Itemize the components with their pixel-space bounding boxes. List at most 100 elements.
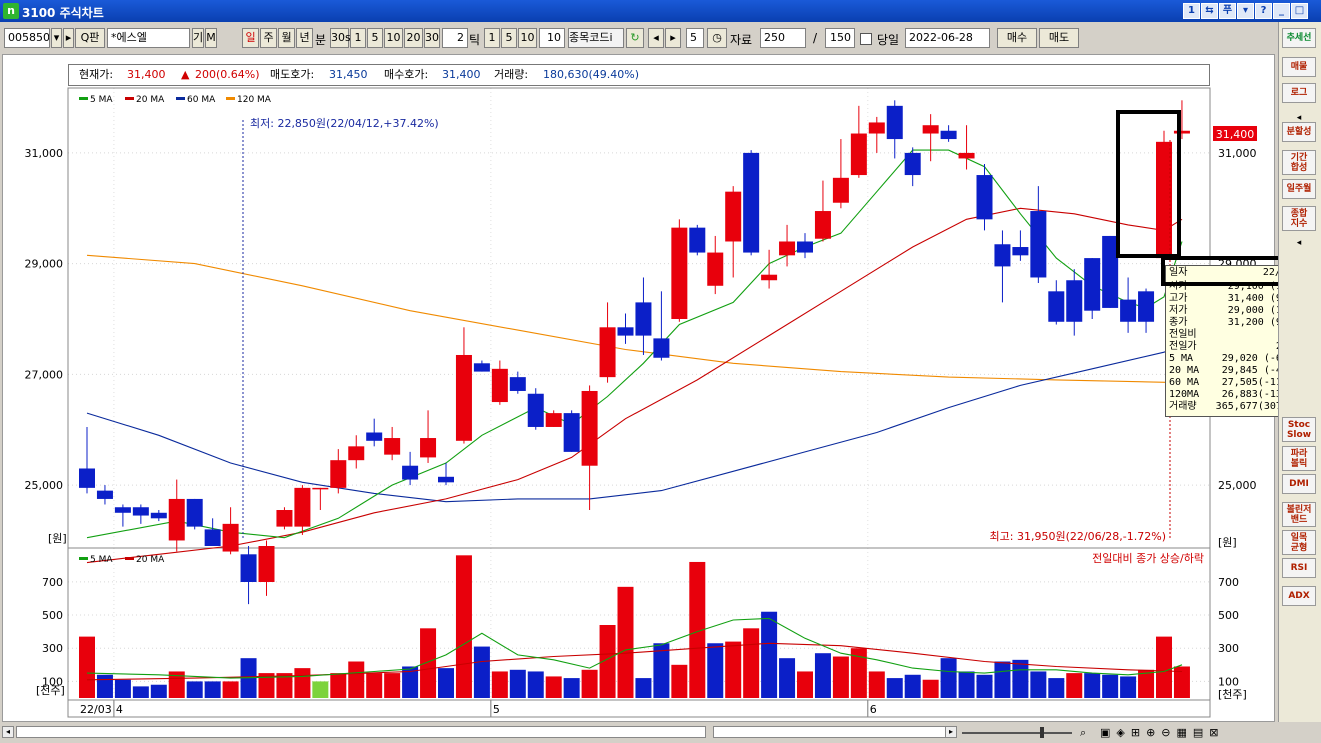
volume-bar: [79, 636, 95, 698]
chart-tools-icons[interactable]: ▣◈⊞⊕⊖▦▤⊠: [1100, 726, 1225, 739]
volume-bar: [545, 676, 562, 698]
candle-body: [258, 546, 275, 582]
candle-body: [707, 252, 724, 286]
tooltip-row-key: 종가: [1169, 317, 1188, 328]
volume-bar: [761, 611, 778, 698]
candle-body: [563, 413, 580, 452]
candle-body: [420, 438, 437, 458]
sidebar-button[interactable]: 볼린저 밴드: [1282, 502, 1316, 527]
volume-bar: [994, 661, 1011, 698]
candle-body: [779, 241, 796, 256]
scroll-left-icon[interactable]: ◂: [2, 726, 14, 738]
candle-body: [473, 363, 490, 372]
volume-tick-right: 700: [1218, 576, 1239, 589]
candle-body: [1084, 258, 1101, 311]
candle-body: [455, 354, 472, 441]
candle-body: [904, 152, 921, 176]
sidebar-button[interactable]: 추세선: [1282, 28, 1316, 48]
sidebar-button[interactable]: 분할성: [1282, 122, 1316, 142]
volume-bar: [1156, 636, 1172, 698]
price-tick-left: 25,000: [25, 479, 64, 492]
tooltip-row-key: 저가: [1169, 305, 1188, 316]
candle-body: [276, 510, 293, 527]
ma60-line: [86, 343, 1183, 503]
chart-scroll-track[interactable]: [713, 726, 953, 738]
volume-tick-left: 300: [42, 642, 63, 655]
candle-body: [527, 393, 544, 427]
ma120-legend: 120 MA: [237, 95, 272, 105]
volume-bar: [814, 653, 831, 698]
volume-bar: [491, 671, 508, 698]
candle-body: [366, 432, 383, 441]
candle-body: [653, 338, 670, 358]
volume-bar: [473, 646, 490, 698]
candle-body: [384, 438, 401, 455]
tooltip-row-key: 5 MA: [1169, 353, 1194, 364]
volume-bar: [832, 656, 849, 698]
sidebar-up-arrow-icon[interactable]: ◂: [1282, 111, 1316, 125]
zoom-icon[interactable]: ⌕: [1080, 726, 1086, 740]
candle-body: [150, 512, 167, 519]
volume-bar: [294, 668, 311, 698]
candle-body: [1066, 280, 1083, 322]
sidebar-button[interactable]: 로그: [1282, 83, 1316, 103]
candle-body: [1120, 299, 1137, 322]
volume-bar: [1030, 671, 1047, 698]
candle-body: [1012, 247, 1029, 256]
ma5-legend-swatch: [79, 97, 88, 100]
scroll-right-icon[interactable]: ▸: [945, 726, 957, 738]
sidebar-button[interactable]: RSI: [1282, 558, 1316, 578]
date-label: 6: [870, 703, 877, 716]
volume-bar: [922, 679, 939, 698]
sidebar-down-arrow-icon[interactable]: ◂: [1282, 236, 1316, 250]
candle-body: [725, 191, 742, 242]
candle-body: [1030, 211, 1047, 278]
candle-body: [186, 498, 203, 527]
tooltip-row-key: 60 MA: [1169, 377, 1200, 388]
volume-bar: [707, 643, 724, 698]
candle-body: [1048, 291, 1065, 322]
sidebar-button[interactable]: Stoc Slow: [1282, 417, 1316, 442]
sidebar-button[interactable]: 일목 균형: [1282, 530, 1316, 555]
ma20-legend-swatch: [125, 97, 134, 100]
candle-body: [581, 390, 598, 466]
price-volume-chart[interactable]: 31,00031,00029,00029,00027,00027,00025,0…: [0, 0, 1321, 743]
volume-bar: [222, 681, 239, 698]
candle-body: [222, 523, 239, 552]
ma60-legend: 60 MA: [187, 95, 216, 105]
sidebar-button[interactable]: 매물: [1282, 57, 1316, 77]
sidebar-button[interactable]: 일주월: [1282, 179, 1316, 199]
sidebar-button[interactable]: 기간 합성: [1282, 150, 1316, 175]
sidebar-button[interactable]: ADX: [1282, 586, 1316, 606]
volume-tick-right: 100: [1218, 675, 1239, 688]
candle-body: [545, 413, 562, 427]
volume-bar: [904, 674, 921, 698]
zoom-slider-thumb[interactable]: [1040, 727, 1044, 738]
candle-body: [940, 130, 957, 140]
volume-tick-right: 300: [1218, 642, 1239, 655]
sidebar-button[interactable]: 종합 지수: [1282, 206, 1316, 231]
tooltip-row-key: 전일가: [1169, 341, 1197, 352]
horizontal-scrollbar[interactable]: [16, 726, 706, 738]
candle-body: [850, 133, 867, 176]
vol-ma5-legend-swatch: [79, 557, 88, 560]
price-tick-right: 31,000: [1218, 147, 1257, 160]
candle-body: [599, 327, 616, 378]
current-price-tag-text: 31,400: [1216, 128, 1255, 141]
candle-body: [294, 487, 311, 527]
volume-bar: [312, 681, 329, 698]
candle-body: [204, 529, 221, 546]
sidebar-button[interactable]: DMI: [1282, 474, 1316, 494]
sidebar-button[interactable]: 파라 볼릭: [1282, 446, 1316, 471]
candle-body: [330, 460, 347, 488]
candle-body: [958, 152, 975, 159]
tooltip-row-key: 20 MA: [1169, 365, 1200, 376]
tooltip-row-key: 전일비: [1169, 329, 1197, 340]
zoom-slider[interactable]: [962, 732, 1072, 734]
price-unit: [원]: [48, 532, 67, 545]
tooltip-row-key: 거래량: [1169, 401, 1197, 412]
volume-bar: [635, 678, 652, 698]
volume-bar: [1048, 678, 1065, 698]
candle-body: [1138, 291, 1155, 322]
price-tick-left: 27,000: [25, 368, 64, 381]
